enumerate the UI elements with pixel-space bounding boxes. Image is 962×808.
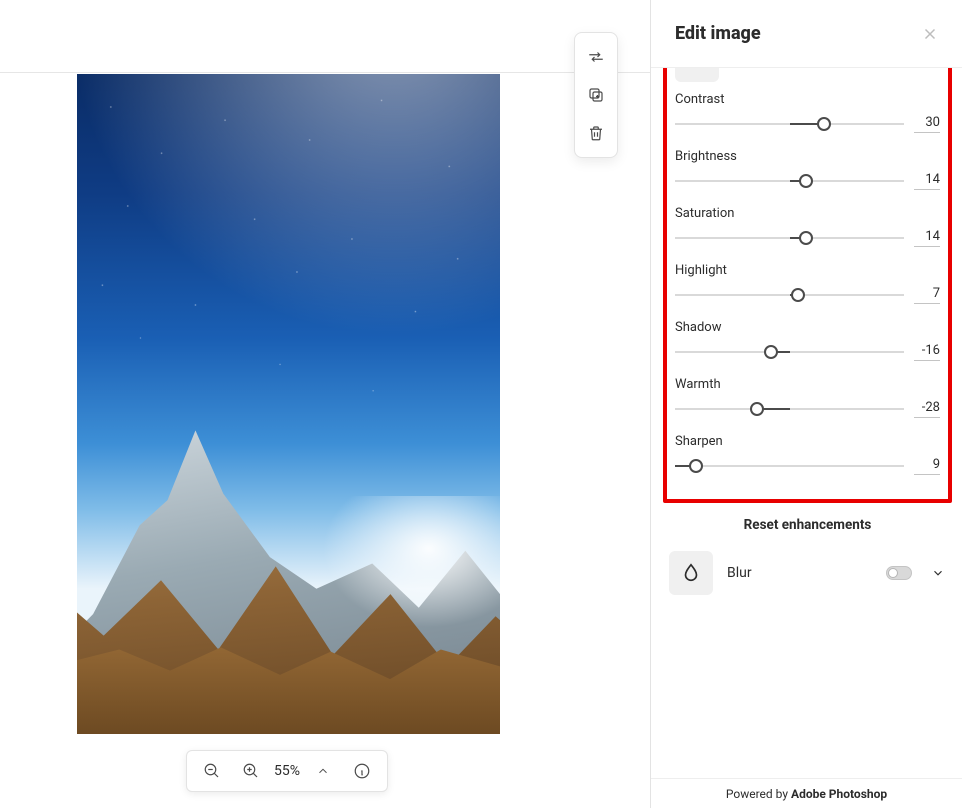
zoom-in-button[interactable] xyxy=(236,756,266,786)
sharpen-slider-thumb[interactable] xyxy=(689,459,703,473)
shadow-slider-track[interactable] xyxy=(675,345,904,359)
sharpen-slider-label: Sharpen xyxy=(675,434,940,449)
saturation-slider-thumb[interactable] xyxy=(799,231,813,245)
duplicate-button[interactable] xyxy=(578,77,614,113)
highlight-slider-label: Highlight xyxy=(675,263,940,278)
sharpen-slider-value[interactable]: 9 xyxy=(914,457,940,475)
saturation-slider: Saturation 14 xyxy=(675,206,940,247)
contrast-slider-label: Contrast xyxy=(675,92,940,107)
divider xyxy=(0,72,650,73)
shadow-slider-value[interactable]: -16 xyxy=(914,343,940,361)
info-icon xyxy=(353,762,371,780)
brightness-slider-label: Brightness xyxy=(675,149,940,164)
trash-icon xyxy=(587,124,605,142)
sliders-icon xyxy=(686,68,708,71)
sharpen-slider-track[interactable] xyxy=(675,459,904,473)
blur-toggle[interactable] xyxy=(886,566,912,580)
blur-icon-box xyxy=(669,551,713,595)
warmth-slider-track[interactable] xyxy=(675,402,904,416)
chevron-down-icon xyxy=(931,566,945,580)
brightness-slider-track[interactable] xyxy=(675,174,904,188)
shadow-slider-label: Shadow xyxy=(675,320,940,335)
saturation-slider-track[interactable] xyxy=(675,231,904,245)
zoom-level-label: 55% xyxy=(274,763,300,779)
brightness-slider-thumb[interactable] xyxy=(799,174,813,188)
shadow-slider-thumb[interactable] xyxy=(764,345,778,359)
brightness-slider: Brightness 14 xyxy=(675,149,940,190)
close-panel-button[interactable] xyxy=(916,20,944,48)
enhancements-icon-box xyxy=(675,68,719,82)
canvas-pane: 55% xyxy=(0,0,650,808)
warmth-slider-value[interactable]: -28 xyxy=(914,400,940,418)
warmth-slider-thumb[interactable] xyxy=(750,402,764,416)
sharpen-slider: Sharpen 9 xyxy=(675,434,940,475)
reset-enhancements-button[interactable]: Reset enhancements xyxy=(669,517,946,533)
edit-image-panel: Edit image Effects Filters xyxy=(650,0,962,808)
chevron-up-icon xyxy=(316,764,330,778)
swap-horizontal-icon xyxy=(587,48,605,66)
highlight-slider-value[interactable]: 7 xyxy=(914,286,940,304)
zoom-out-button[interactable] xyxy=(197,756,227,786)
saturation-slider-label: Saturation xyxy=(675,206,940,221)
panel-scroll[interactable]: Effects Filters xyxy=(651,68,962,778)
footer-brand: Adobe Photoshop xyxy=(791,787,887,801)
blur-expand[interactable] xyxy=(930,566,946,580)
contrast-slider-track[interactable] xyxy=(675,117,904,131)
delete-button[interactable] xyxy=(578,115,614,151)
zoom-toolbar: 55% xyxy=(186,750,388,792)
highlight-slider: Highlight 7 xyxy=(675,263,940,304)
footer-prefix: Powered by xyxy=(726,787,788,801)
close-icon xyxy=(921,25,939,43)
shadow-slider: Shadow -16 xyxy=(675,320,940,361)
enhancements-row[interactable]: Enhancements xyxy=(675,68,940,82)
panel-footer: Powered by Adobe Photoshop xyxy=(651,778,962,808)
panel-title: Edit image xyxy=(675,23,761,44)
highlight-slider-thumb[interactable] xyxy=(791,288,805,302)
image-preview[interactable] xyxy=(77,74,500,734)
saturation-slider-value[interactable]: 14 xyxy=(914,229,940,247)
zoom-menu-button[interactable] xyxy=(308,756,338,786)
image-tools-floating xyxy=(574,32,618,158)
preview-snow xyxy=(322,496,500,628)
duplicate-plus-icon xyxy=(587,86,605,104)
droplet-icon xyxy=(680,562,702,584)
blur-label: Blur xyxy=(727,565,872,581)
zoom-out-icon xyxy=(203,762,221,780)
info-button[interactable] xyxy=(347,756,377,786)
warmth-slider-label: Warmth xyxy=(675,377,940,392)
contrast-slider-value[interactable]: 30 xyxy=(914,115,940,133)
blur-row[interactable]: Blur xyxy=(669,551,946,595)
panel-header: Edit image xyxy=(651,0,962,68)
enhancements-highlight: Enhancements Contrast30Brightness14Satur… xyxy=(663,68,952,503)
zoom-in-icon xyxy=(242,762,260,780)
contrast-slider-thumb[interactable] xyxy=(817,117,831,131)
highlight-slider-track[interactable] xyxy=(675,288,904,302)
warmth-slider: Warmth -28 xyxy=(675,377,940,418)
contrast-slider: Contrast 30 xyxy=(675,92,940,133)
brightness-slider-value[interactable]: 14 xyxy=(914,172,940,190)
swap-button[interactable] xyxy=(578,39,614,75)
